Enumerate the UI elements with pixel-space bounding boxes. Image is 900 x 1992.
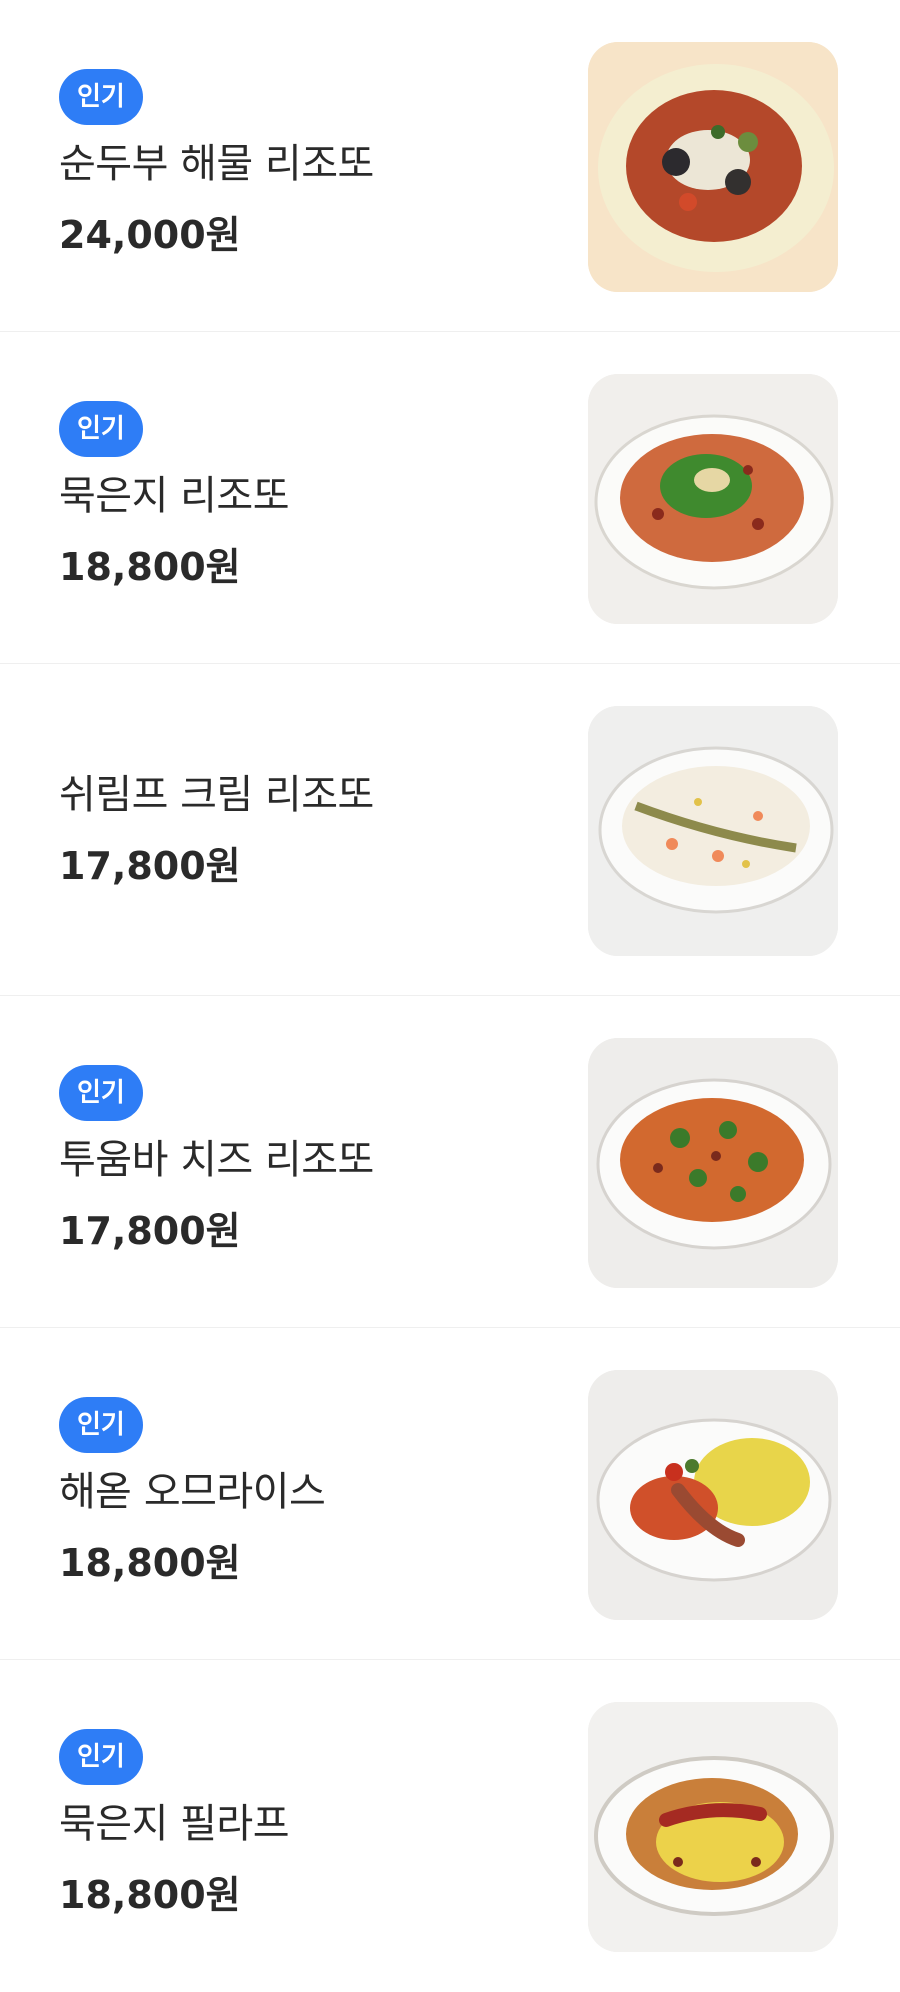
menu-list: 인기 순두부 해물 리조또 24,000원 인기 묵은지 리조또 18,800원 (0, 0, 900, 1992)
menu-item-shrimp-cream-risotto[interactable]: 쉬림프 크림 리조또 17,800원 (0, 664, 900, 996)
popular-badge: 인기 (59, 1729, 143, 1785)
menu-item-name: 순두부 해물 리조또 (59, 141, 374, 187)
omurice-image (588, 1370, 838, 1620)
menu-item-price: 17,800원 (59, 1209, 241, 1253)
shrimp-cream-risotto-image (588, 706, 838, 956)
popular-badge: 인기 (59, 1065, 143, 1121)
menu-item-toowoomba-risotto[interactable]: 인기 투움바 치즈 리조또 17,800원 (0, 996, 900, 1328)
seafood-risotto-image (588, 42, 838, 292)
food-photo[interactable] (588, 374, 838, 624)
menu-item-name: 투움바 치즈 리조또 (59, 1137, 374, 1183)
menu-item-price: 18,800원 (59, 1541, 241, 1585)
popular-badge: 인기 (59, 1397, 143, 1453)
menu-item-price: 17,800원 (59, 844, 241, 888)
popular-badge: 인기 (59, 401, 143, 457)
toowoomba-risotto-image (588, 1038, 838, 1288)
menu-item-kimchi-risotto[interactable]: 인기 묵은지 리조또 18,800원 (0, 332, 900, 664)
menu-item-omurice[interactable]: 인기 해옫 오므라이스 18,800원 (0, 1328, 900, 1660)
menu-item-info: 인기 투움바 치즈 리조또 17,800원 (59, 996, 374, 1328)
menu-item-name: 묵은지 리조또 (59, 473, 290, 519)
menu-item-info: 쉬림프 크림 리조또 17,800원 (59, 664, 374, 996)
menu-item-info: 인기 묵은지 리조또 18,800원 (59, 332, 290, 664)
menu-item-name: 묵은지 필라프 (59, 1801, 290, 1847)
food-photo[interactable] (588, 1370, 838, 1620)
popular-badge: 인기 (59, 69, 143, 125)
kimchi-pilaf-image (588, 1702, 838, 1952)
menu-item-info: 인기 묵은지 필라프 18,800원 (59, 1660, 290, 1992)
kimchi-risotto-image (588, 374, 838, 624)
menu-item-info: 인기 순두부 해물 리조또 24,000원 (59, 0, 374, 332)
menu-item-name: 해옫 오므라이스 (59, 1469, 326, 1515)
menu-item-name: 쉬림프 크림 리조또 (59, 772, 374, 818)
food-photo[interactable] (588, 706, 838, 956)
menu-item-seafood-risotto[interactable]: 인기 순두부 해물 리조또 24,000원 (0, 0, 900, 332)
food-photo[interactable] (588, 1038, 838, 1288)
menu-item-price: 24,000원 (59, 213, 241, 257)
menu-item-info: 인기 해옫 오므라이스 18,800원 (59, 1328, 326, 1660)
menu-item-kimchi-pilaf[interactable]: 인기 묵은지 필라프 18,800원 (0, 1660, 900, 1992)
food-photo[interactable] (588, 42, 838, 292)
menu-item-price: 18,800원 (59, 1873, 241, 1917)
menu-item-price: 18,800원 (59, 545, 241, 589)
food-photo[interactable] (588, 1702, 838, 1952)
